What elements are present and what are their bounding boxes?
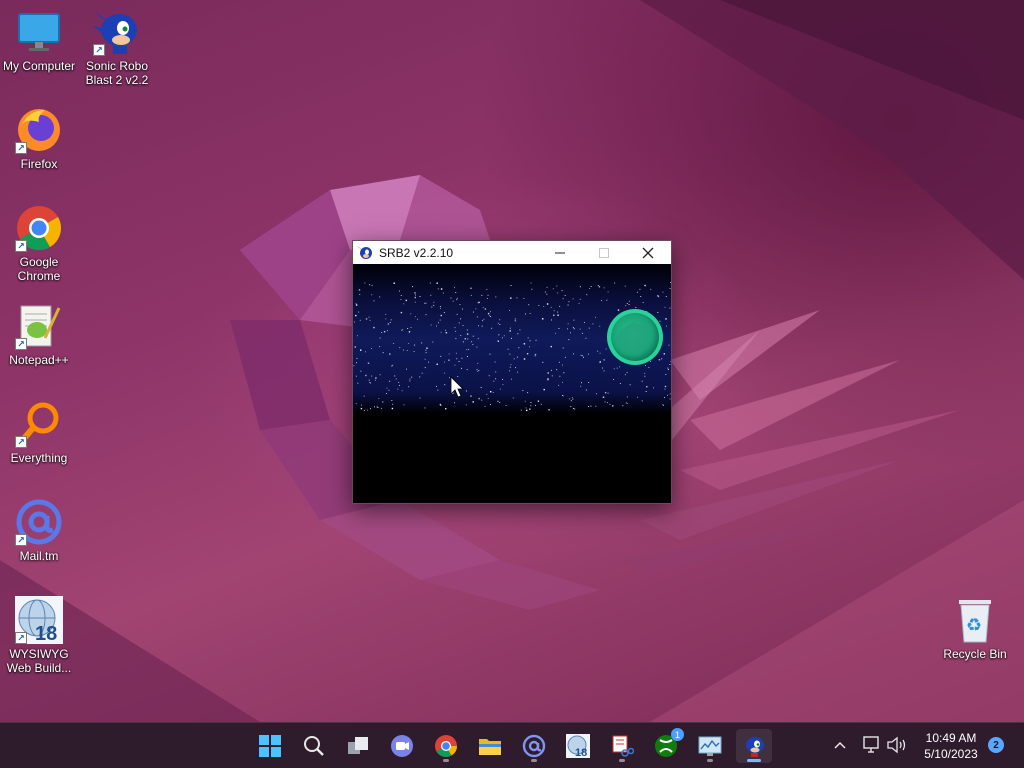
starfield-scene [353, 264, 671, 503]
notification-center-button[interactable]: 2 [988, 737, 1004, 753]
taskbar-file-explorer[interactable] [472, 729, 508, 763]
network-status[interactable] [862, 736, 882, 754]
clock[interactable]: 10:49 AM 5/10/2023 [915, 730, 987, 762]
desktop-icon-label: Notepad++ [9, 353, 69, 367]
taskbar-xbox[interactable]: 1 [648, 728, 684, 763]
taskbar: 18 1 10:49 AM 5/10/2023 2 [0, 722, 1024, 768]
desktop-icon-sonic-robo-blast[interactable]: ↗ Sonic Robo Blast 2 v2.2 [78, 8, 156, 87]
desktop-icon-label: Mail.tm [19, 549, 59, 563]
chrome-icon [435, 735, 457, 757]
speaker-icon [887, 736, 906, 754]
desktop-icon-notepadpp[interactable]: ↗ Notepad++ [0, 302, 78, 367]
wysiwyg-globe-icon: 18 ↗ [15, 596, 63, 645]
taskbar-srb2[interactable] [736, 729, 772, 763]
everything-search-icon: ↗ [15, 400, 63, 448]
svg-text:18: 18 [35, 623, 57, 644]
taskbar-resource-monitor[interactable] [692, 729, 728, 763]
chrome-icon: ↗ [15, 204, 63, 252]
desktop-icon-label: Google Chrome [17, 255, 61, 283]
chevron-up-icon [834, 741, 846, 749]
svg-text:♻: ♻ [966, 615, 982, 636]
window-title: SRB2 v2.2.10 [379, 245, 454, 260]
shortcut-arrow-icon: ↗ [15, 632, 27, 644]
search-icon [304, 736, 324, 756]
desktop-icon-everything[interactable]: ↗ Everything [0, 400, 78, 465]
clock-time: 10:49 AM [925, 731, 977, 745]
sonic-icon [742, 736, 764, 757]
window-titlebar[interactable]: SRB2 v2.2.10 [353, 241, 671, 264]
shortcut-arrow-icon: ↗ [93, 44, 105, 56]
desktop-icon-label: Firefox [20, 157, 58, 171]
running-indicator [443, 759, 449, 762]
shortcut-arrow-icon: ↗ [15, 142, 27, 154]
taskbar-wysiwyg[interactable]: 18 [560, 729, 596, 763]
desktop-icon-label: Sonic Robo Blast 2 v2.2 [85, 59, 149, 87]
video-chat-icon [391, 735, 413, 757]
taskbar-chrome[interactable] [428, 729, 464, 763]
taskbar-snipping-tool[interactable] [604, 729, 640, 763]
shortcut-arrow-icon: ↗ [15, 338, 27, 350]
minimize-button[interactable] [537, 241, 583, 264]
svg-text:18: 18 [575, 747, 587, 758]
running-indicator [707, 759, 713, 762]
clock-date: 5/10/2023 [924, 747, 978, 761]
shortcut-arrow-icon: ↗ [15, 436, 27, 448]
windows-logo-icon [259, 735, 281, 757]
sonic-icon [357, 245, 373, 261]
tray-overflow-button[interactable] [830, 735, 850, 755]
desktop-icon-google-chrome[interactable]: ↗ Google Chrome [0, 204, 78, 283]
shortcut-arrow-icon: ↗ [15, 534, 27, 546]
desktop-icon-wysiwyg[interactable]: 18 ↗ WYSIWYG Web Build... [0, 596, 78, 675]
minimize-icon [555, 252, 565, 253]
monitor-chart-icon [698, 736, 722, 756]
firefox-icon: ↗ [15, 106, 63, 154]
at-sign-icon [522, 734, 546, 758]
folder-icon [479, 739, 501, 755]
maximize-icon [599, 247, 609, 258]
maximize-button[interactable] [581, 241, 627, 264]
game-viewport[interactable] [353, 264, 671, 503]
notification-badge: 1 [671, 728, 684, 741]
sonic-icon: ↗ [93, 8, 141, 56]
close-icon [642, 247, 654, 258]
desktop-icon-label: Recycle Bin [943, 647, 1007, 661]
chat-button[interactable] [384, 729, 420, 763]
task-view-button[interactable] [340, 729, 376, 763]
desktop-icon-recycle-bin[interactable]: ♻ Recycle Bin [936, 596, 1014, 661]
at-sign-icon: ↗ [15, 498, 63, 546]
desktop-icon-label: My Computer [2, 59, 76, 73]
task-view-icon [348, 737, 368, 754]
desktop-icon-mail-tm[interactable]: ↗ Mail.tm [0, 498, 78, 563]
running-indicator [747, 759, 761, 762]
running-indicator [619, 759, 625, 762]
search-button[interactable] [296, 729, 332, 763]
wysiwyg-globe-icon: 18 [566, 734, 590, 758]
desktop-icon-label: Everything [10, 451, 68, 465]
close-button[interactable] [625, 241, 671, 264]
running-indicator [531, 759, 537, 762]
desktop: My Computer ↗ Sonic Robo Blast 2 v2.2 ↗ … [0, 0, 1024, 722]
start-button[interactable] [252, 729, 288, 763]
desktop-icon-firefox[interactable]: ↗ Firefox [0, 106, 78, 171]
desktop-icon-my-computer[interactable]: My Computer [0, 8, 78, 73]
desktop-icon-label: WYSIWYG Web Build... [6, 647, 72, 675]
monitor-icon [15, 8, 63, 56]
volume-control[interactable] [886, 736, 908, 754]
network-wired-icon [863, 736, 879, 753]
srb2-window[interactable]: SRB2 v2.2.10 [352, 240, 672, 504]
notepadpp-icon: ↗ [15, 302, 63, 350]
taskbar-mail-tm[interactable] [516, 729, 552, 763]
scissors-icon [612, 735, 634, 757]
recycle-bin-icon: ♻ [951, 596, 999, 644]
shortcut-arrow-icon: ↗ [15, 240, 27, 252]
